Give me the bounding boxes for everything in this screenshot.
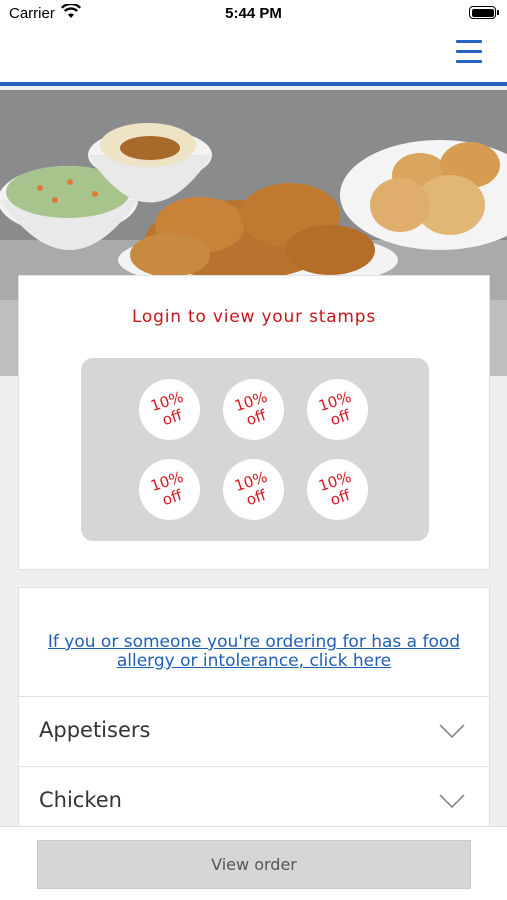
stamp-login-title[interactable]: Login to view your stamps: [19, 307, 489, 327]
stamp-item: 10% off: [307, 459, 368, 520]
chevron-down-icon: [439, 724, 465, 739]
stamp-item: 10% off: [139, 459, 200, 520]
menu-section-label: Chicken: [39, 788, 122, 812]
top-nav: [0, 28, 507, 86]
battery-icon: [469, 6, 499, 19]
view-order-button[interactable]: View order: [37, 840, 471, 889]
chevron-down-icon: [439, 794, 465, 809]
hamburger-icon[interactable]: [456, 40, 482, 64]
menu-section-appetisers[interactable]: Appetisers: [19, 696, 489, 766]
bottom-bar: View order: [0, 826, 507, 900]
stamp-item: 10% off: [223, 459, 284, 520]
menu-section-label: Appetisers: [39, 718, 151, 742]
stamp-card: Login to view your stamps 10% off 10% off …: [18, 275, 490, 570]
stamp-item: 10% off: [223, 379, 284, 440]
clock: 5:44 PM: [225, 5, 282, 22]
stamp-item: 10% off: [307, 379, 368, 440]
stamp-item: 10% off: [139, 379, 200, 440]
allergy-info-link[interactable]: If you or someone you're ordering for ha…: [29, 633, 479, 671]
stamp-grid: 10% off 10% off 10% off 10% off 10% off 10% of…: [81, 358, 429, 541]
app-screen: Carrier 5:44 PM Login to view your stamp…: [0, 0, 507, 900]
status-bar: Carrier 5:44 PM: [0, 0, 507, 28]
